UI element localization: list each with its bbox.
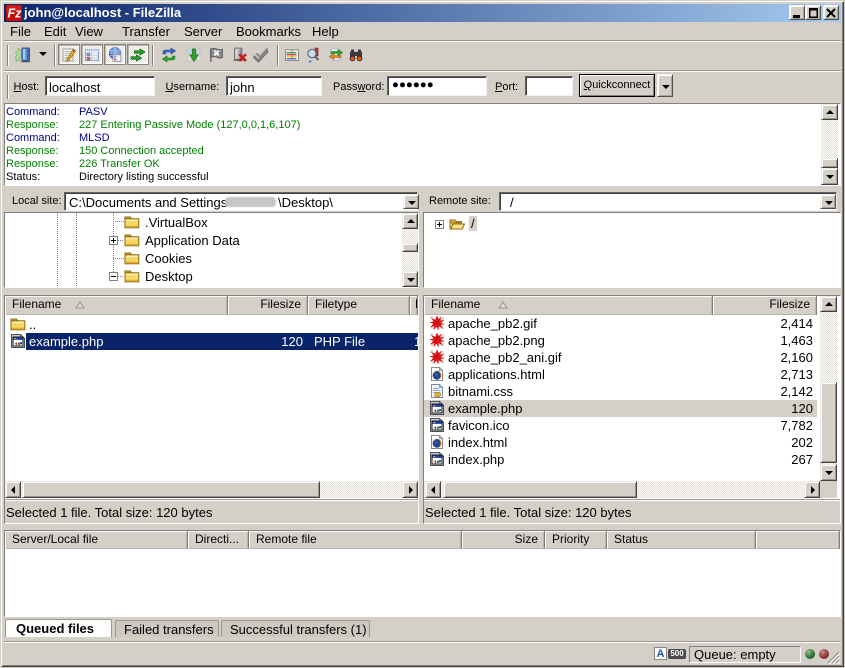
svg-text:Fz: Fz <box>8 7 22 21</box>
